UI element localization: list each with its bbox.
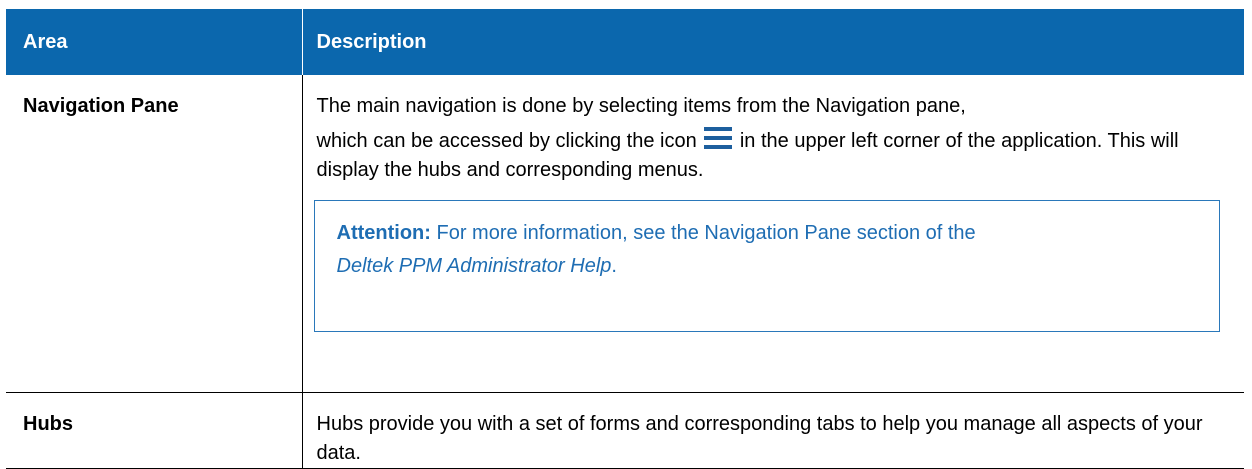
attention-note: Attention: For more information, see the…: [313, 200, 1220, 332]
table-row: Hubs Hubs provide you with a set of form…: [6, 392, 1244, 469]
area-hubs: Hubs: [6, 392, 303, 469]
attention-suffix: .: [611, 255, 617, 277]
attention-help-reference: Deltek PPM Administrator Help: [336, 255, 612, 277]
attention-text: For more information, see the Navigation…: [436, 222, 976, 244]
nav-desc-paragraph: which can be accessed by clicking the ic…: [317, 126, 1227, 185]
area-description-table: Area Description Navigation Pane The mai…: [6, 9, 1244, 469]
header-row: Area Description: [6, 9, 1244, 75]
hamburger-menu-icon: [704, 126, 733, 150]
header-description: Description: [301, 9, 1244, 75]
attention-label: Attention:: [336, 222, 431, 244]
description-navigation-pane: The main navigation is done by selecting…: [302, 75, 1244, 393]
nav-desc-before-icon: which can be accessed by clicking the ic…: [316, 130, 697, 152]
nav-desc-line1: The main navigation is done by selecting…: [316, 95, 966, 117]
header-area: Area: [6, 9, 302, 75]
area-navigation-pane: Navigation Pane: [6, 75, 303, 393]
table-header: Area Description: [6, 9, 1244, 75]
table-row: Navigation Pane The main navigation is d…: [6, 75, 1244, 393]
table-body: Navigation Pane The main navigation is d…: [6, 75, 1244, 469]
description-hubs: Hubs provide you with a set of forms and…: [302, 392, 1244, 469]
